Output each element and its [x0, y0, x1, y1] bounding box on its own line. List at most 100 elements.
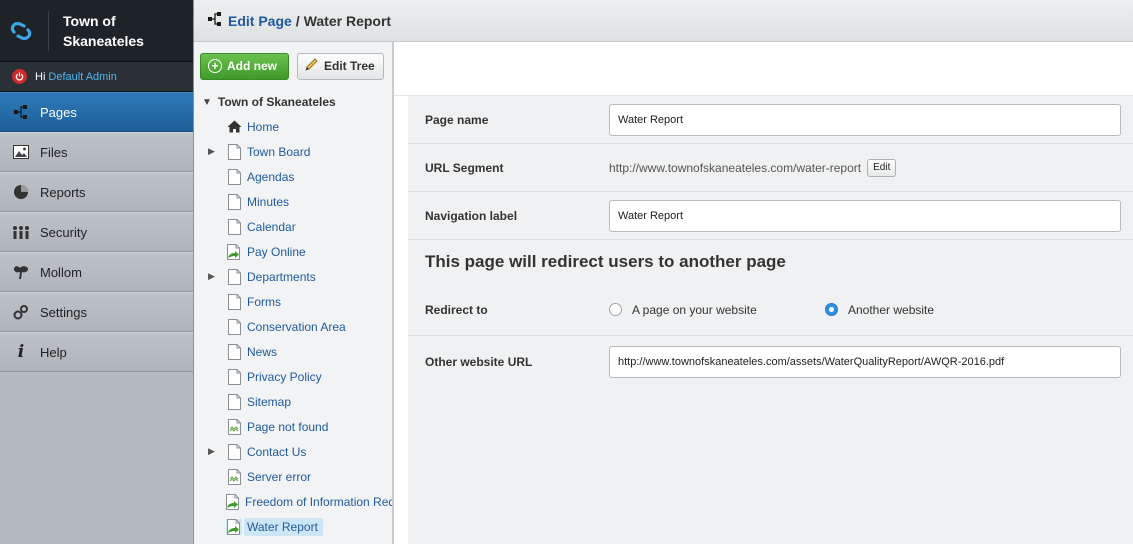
other-website-url-input[interactable]: http://www.townofskaneateles.com/assets/…	[609, 346, 1121, 378]
tree-item-label: Home	[247, 119, 280, 134]
tree-item[interactable]: Home	[194, 114, 392, 139]
gear-icon	[12, 303, 30, 321]
page-icon	[226, 343, 242, 360]
sitetree-icon	[12, 103, 30, 121]
tree-item[interactable]: Conservation Area	[194, 314, 392, 339]
expand-arrow-icon[interactable]: ▶	[208, 446, 215, 457]
page-icon	[226, 218, 242, 235]
tree-item[interactable]: Water Report	[194, 514, 392, 539]
tree-item[interactable]: Sitemap	[194, 389, 392, 414]
page-icon	[226, 368, 242, 385]
breadcrumb-separator: /	[295, 12, 300, 29]
tree-item-label: News	[247, 344, 278, 359]
add-new-button[interactable]: + Add new	[200, 52, 289, 80]
menu-item-mollom[interactable]: Mollom	[0, 252, 193, 292]
menu-item-label: Files	[40, 144, 68, 160]
redirect-to-label: Redirect to	[425, 302, 488, 317]
caret-down-icon[interactable]: ▼	[202, 97, 212, 108]
error-page-icon	[226, 418, 242, 435]
menu-item-files[interactable]: Files	[0, 132, 193, 172]
plus-icon: +	[208, 59, 222, 73]
error-page-icon	[226, 468, 242, 485]
page-icon	[226, 168, 242, 185]
breadcrumb-edit-page-link[interactable]: Edit Page	[228, 13, 292, 29]
page-icon	[226, 393, 242, 410]
redirect-page-icon	[226, 493, 240, 510]
image-icon	[12, 143, 30, 161]
tree-item[interactable]: Forms	[194, 289, 392, 314]
tree-item[interactable]: Agendas	[194, 164, 392, 189]
menu-item-label: Settings	[40, 304, 87, 320]
url-segment-edit-button[interactable]: Edit	[867, 158, 897, 177]
tree-item-label: Agendas	[247, 169, 295, 184]
page-icon	[226, 268, 242, 285]
tree-item[interactable]: Privacy Policy	[194, 364, 392, 389]
redirect-page-icon	[226, 243, 242, 260]
menu-item-pages[interactable]: Pages	[0, 92, 193, 132]
page-icon	[226, 293, 242, 310]
url-segment-row: URL Segment http://www.townofskaneateles…	[408, 144, 1133, 192]
redirect-section-heading: This page will redirect users to another…	[425, 252, 786, 271]
silverstripe-logo-icon[interactable]	[8, 18, 34, 44]
redirect-to-row: Redirect to A page on your website Anoth…	[408, 284, 1133, 336]
tree-item-label: Sitemap	[247, 394, 292, 409]
site-title[interactable]: Town of Skaneateles	[48, 10, 144, 51]
menu-item-label: Mollom	[40, 264, 82, 280]
menu-item-label: Security	[40, 224, 87, 240]
menu-item-reports[interactable]: Reports	[0, 172, 193, 212]
redirect-internal-radio[interactable]	[609, 303, 622, 316]
navigation-label-input[interactable]: Water Report	[609, 199, 1121, 232]
tree-item-label: Water Report	[244, 517, 323, 536]
url-segment-value: http://www.townofskaneateles.com/water-r…	[609, 160, 862, 175]
tree-list: Home ▶ Town Board Agendas Minutes Calendar Pay…	[194, 114, 392, 539]
tree-item[interactable]: Minutes	[194, 189, 392, 214]
tree-item[interactable]: ▶ Departments	[194, 264, 392, 289]
tree-item-label: Departments	[247, 269, 316, 284]
tree-item-label: Contact Us	[247, 444, 307, 459]
pencil-icon	[304, 57, 320, 75]
navigation-label-label: Navigation label	[425, 208, 518, 223]
logout-power-icon[interactable]	[12, 69, 27, 84]
tree-toolbar: + Add new Edit Tree	[194, 42, 392, 90]
pie-chart-icon	[12, 183, 30, 201]
tree-item[interactable]: Pay Online	[194, 239, 392, 264]
user-profile-link[interactable]: Default Admin	[48, 71, 116, 83]
tree-item[interactable]: Server error	[194, 464, 392, 489]
form-tabs-bar	[394, 42, 1133, 96]
tree-item-label: Conservation Area	[247, 319, 346, 334]
tree-item-label: Town Board	[247, 144, 311, 159]
redirect-page-icon	[226, 518, 242, 535]
tree-item[interactable]: ▶ Contact Us	[194, 439, 392, 464]
tree-item-label: Page not found	[247, 419, 329, 434]
site-tree-panel: + Add new Edit Tree ▼ Town of Skaneatele…	[194, 42, 394, 544]
tree-item[interactable]: Calendar	[194, 214, 392, 239]
redirect-internal-option[interactable]: A page on your website	[609, 303, 825, 317]
tree-root[interactable]: ▼ Town of Skaneateles	[194, 90, 392, 114]
tree-item[interactable]: Freedom of Information Req	[194, 489, 392, 514]
other-website-url-row: Other website URL http://www.townofskane…	[408, 336, 1133, 388]
redirect-external-radio[interactable]	[825, 303, 838, 316]
expand-arrow-icon[interactable]: ▶	[208, 271, 215, 282]
tree-item[interactable]: ▶ Town Board	[194, 139, 392, 164]
page-name-input[interactable]: Water Report	[609, 103, 1121, 136]
users-icon	[12, 223, 30, 241]
page-icon	[226, 443, 242, 460]
menu-item-help[interactable]: i Help	[0, 332, 193, 372]
menu-item-security[interactable]: Security	[0, 212, 193, 252]
page-name-label: Page name	[425, 112, 489, 127]
navigation-label-row: Navigation label Water Report	[408, 192, 1133, 240]
tree-item[interactable]: News	[194, 339, 392, 364]
redirect-external-option[interactable]: Another website	[825, 303, 934, 317]
tree-item[interactable]: Page not found	[194, 414, 392, 439]
tree-item-label: Freedom of Information Req	[245, 494, 394, 509]
tree-item-label: Forms	[247, 294, 281, 309]
menu-item-settings[interactable]: Settings	[0, 292, 193, 332]
tree-item-label: Server error	[247, 469, 312, 484]
expand-arrow-icon[interactable]: ▶	[208, 146, 215, 157]
page-icon	[226, 143, 242, 160]
mollom-icon	[12, 263, 30, 281]
page-icon	[226, 193, 242, 210]
tree-item-label: Calendar	[247, 219, 296, 234]
tree-item-label: Minutes	[247, 194, 290, 209]
edit-tree-button[interactable]: Edit Tree	[297, 52, 384, 80]
